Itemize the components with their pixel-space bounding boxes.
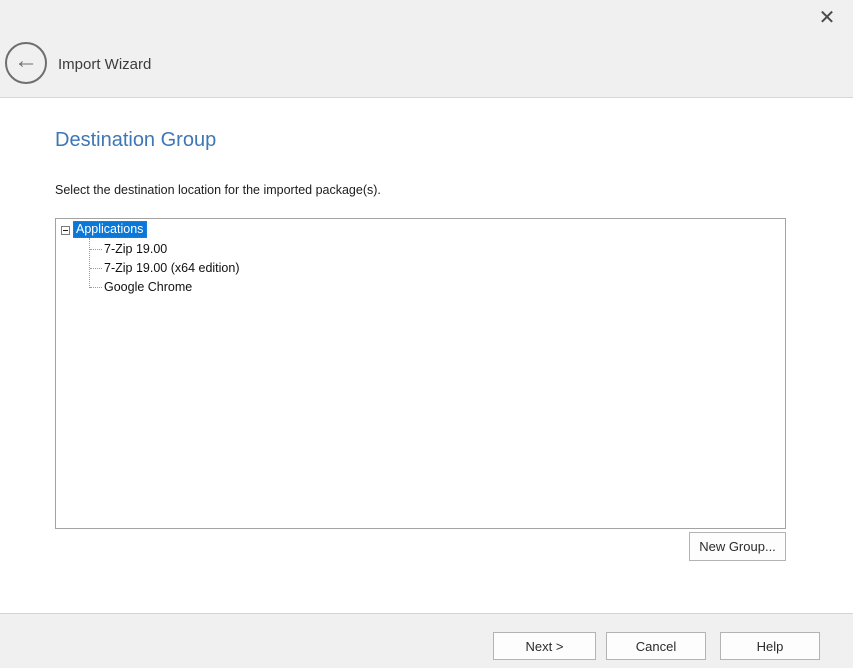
cancel-button[interactable]: Cancel	[606, 632, 706, 660]
minus-glyph	[63, 230, 68, 231]
tree-connector-stub	[90, 268, 102, 269]
tree-collapse-icon[interactable]	[61, 226, 70, 235]
tree-node-7zip-x64[interactable]: 7-Zip 19.00 (x64 edition)	[104, 259, 240, 277]
tree-connector-stub	[90, 287, 102, 288]
new-group-button[interactable]: New Group...	[689, 532, 786, 561]
close-icon: ✕	[819, 5, 836, 30]
tree-connector-vertical	[89, 238, 90, 288]
close-button[interactable]: ✕	[810, 2, 844, 32]
tree-node-google-chrome[interactable]: Google Chrome	[104, 278, 192, 296]
next-button[interactable]: Next >	[493, 632, 596, 660]
back-arrow-icon: ←	[14, 49, 38, 73]
tree-node-applications[interactable]: Applications	[73, 221, 147, 239]
wizard-title: Import Wizard	[58, 56, 151, 73]
tree-connector-stub	[90, 249, 102, 250]
wizard-footer: Next > Cancel Help	[0, 613, 853, 668]
destination-tree: Applications 7-Zip 19.00 7-Zip 19.00 (x6…	[55, 218, 786, 529]
page-title: Destination Group	[55, 129, 216, 152]
page-subtitle: Select the destination location for the …	[55, 183, 381, 197]
tree-inner: Applications 7-Zip 19.00 7-Zip 19.00 (x6…	[56, 219, 785, 528]
selected-node-label: Applications	[73, 221, 147, 238]
back-button[interactable]: ←	[5, 42, 47, 84]
import-wizard-window: ← Import Wizard ✕ Destination Group Sele…	[0, 0, 853, 668]
tree-node-7zip[interactable]: 7-Zip 19.00	[104, 240, 167, 258]
wizard-header: ← Import Wizard ✕	[0, 0, 853, 98]
help-button[interactable]: Help	[720, 632, 820, 660]
